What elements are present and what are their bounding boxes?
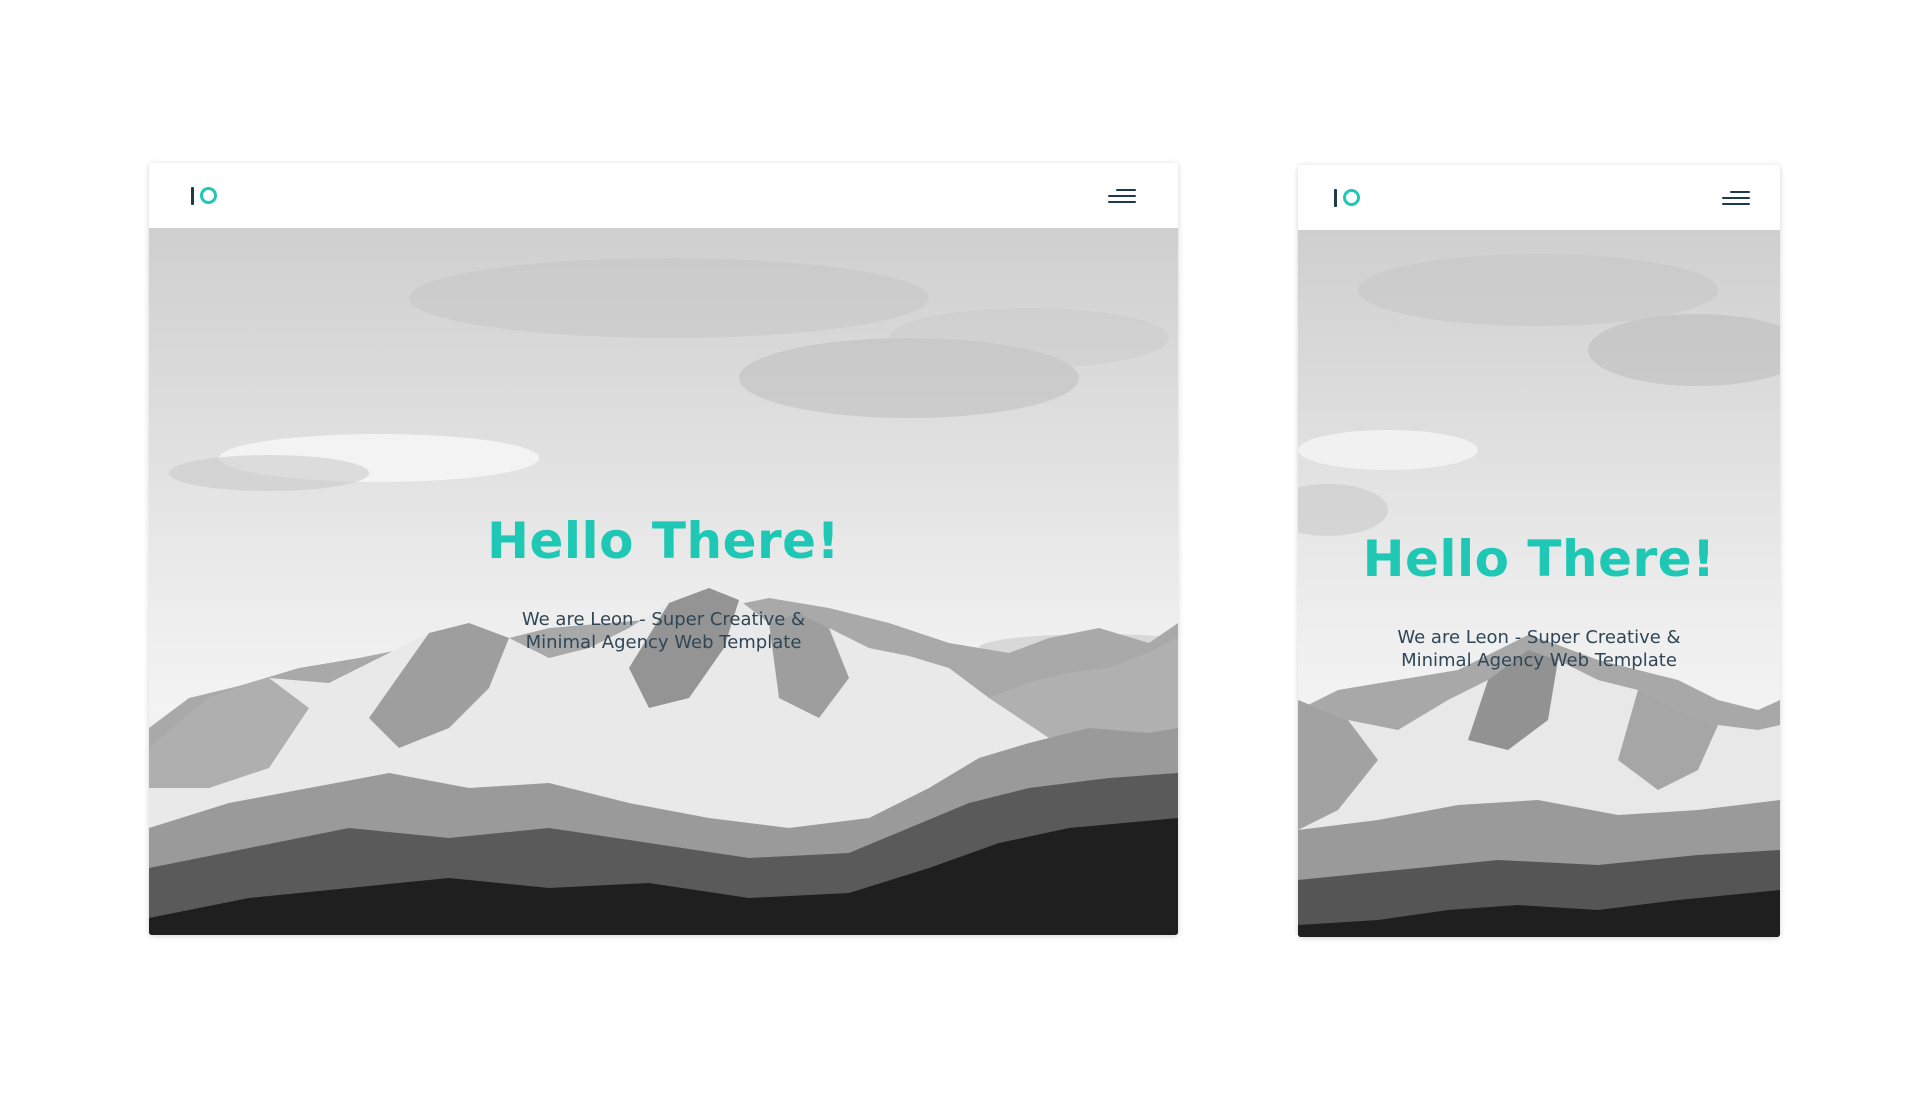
hamburger-menu-icon[interactable] (1108, 188, 1136, 204)
logo-ring-icon (1343, 189, 1360, 206)
hero-section: Hello There! We are Leon - Super Creativ… (1298, 230, 1780, 937)
logo[interactable] (191, 186, 217, 206)
hero-subtitle-line1: We are Leon - Super Creative & (1397, 627, 1681, 648)
hero-title: Hello There! (1362, 530, 1716, 588)
hero-title: Hello There! (487, 512, 840, 570)
hero-text: Hello There! We are Leon - Super Creativ… (1298, 530, 1780, 672)
logo-bar-icon (1334, 188, 1337, 207)
hamburger-menu-icon[interactable] (1722, 190, 1750, 206)
hero-section: Hello There! We are Leon - Super Creativ… (149, 228, 1178, 935)
logo[interactable] (1334, 188, 1360, 208)
hero-subtitle-line1: We are Leon - Super Creative & (521, 609, 806, 630)
hero-text: Hello There! We are Leon - Super Creativ… (149, 512, 1178, 654)
hero-subtitle: We are Leon - Super Creative & Minimal A… (494, 608, 834, 654)
logo-ring-icon (200, 187, 217, 204)
logo-bar-icon (191, 186, 194, 205)
navbar (1298, 165, 1780, 230)
mobile-preview-frame: Hello There! We are Leon - Super Creativ… (1298, 165, 1780, 937)
showcase-canvas: Hello There! We are Leon - Super Creativ… (0, 0, 1920, 1096)
desktop-preview-frame: Hello There! We are Leon - Super Creativ… (149, 163, 1178, 935)
hero-subtitle: We are Leon - Super Creative & Minimal A… (1369, 626, 1709, 672)
hero-subtitle-line2: Minimal Agency Web Template (525, 632, 802, 653)
hero-subtitle-line2: Minimal Agency Web Template (1401, 650, 1677, 671)
navbar (149, 163, 1178, 228)
